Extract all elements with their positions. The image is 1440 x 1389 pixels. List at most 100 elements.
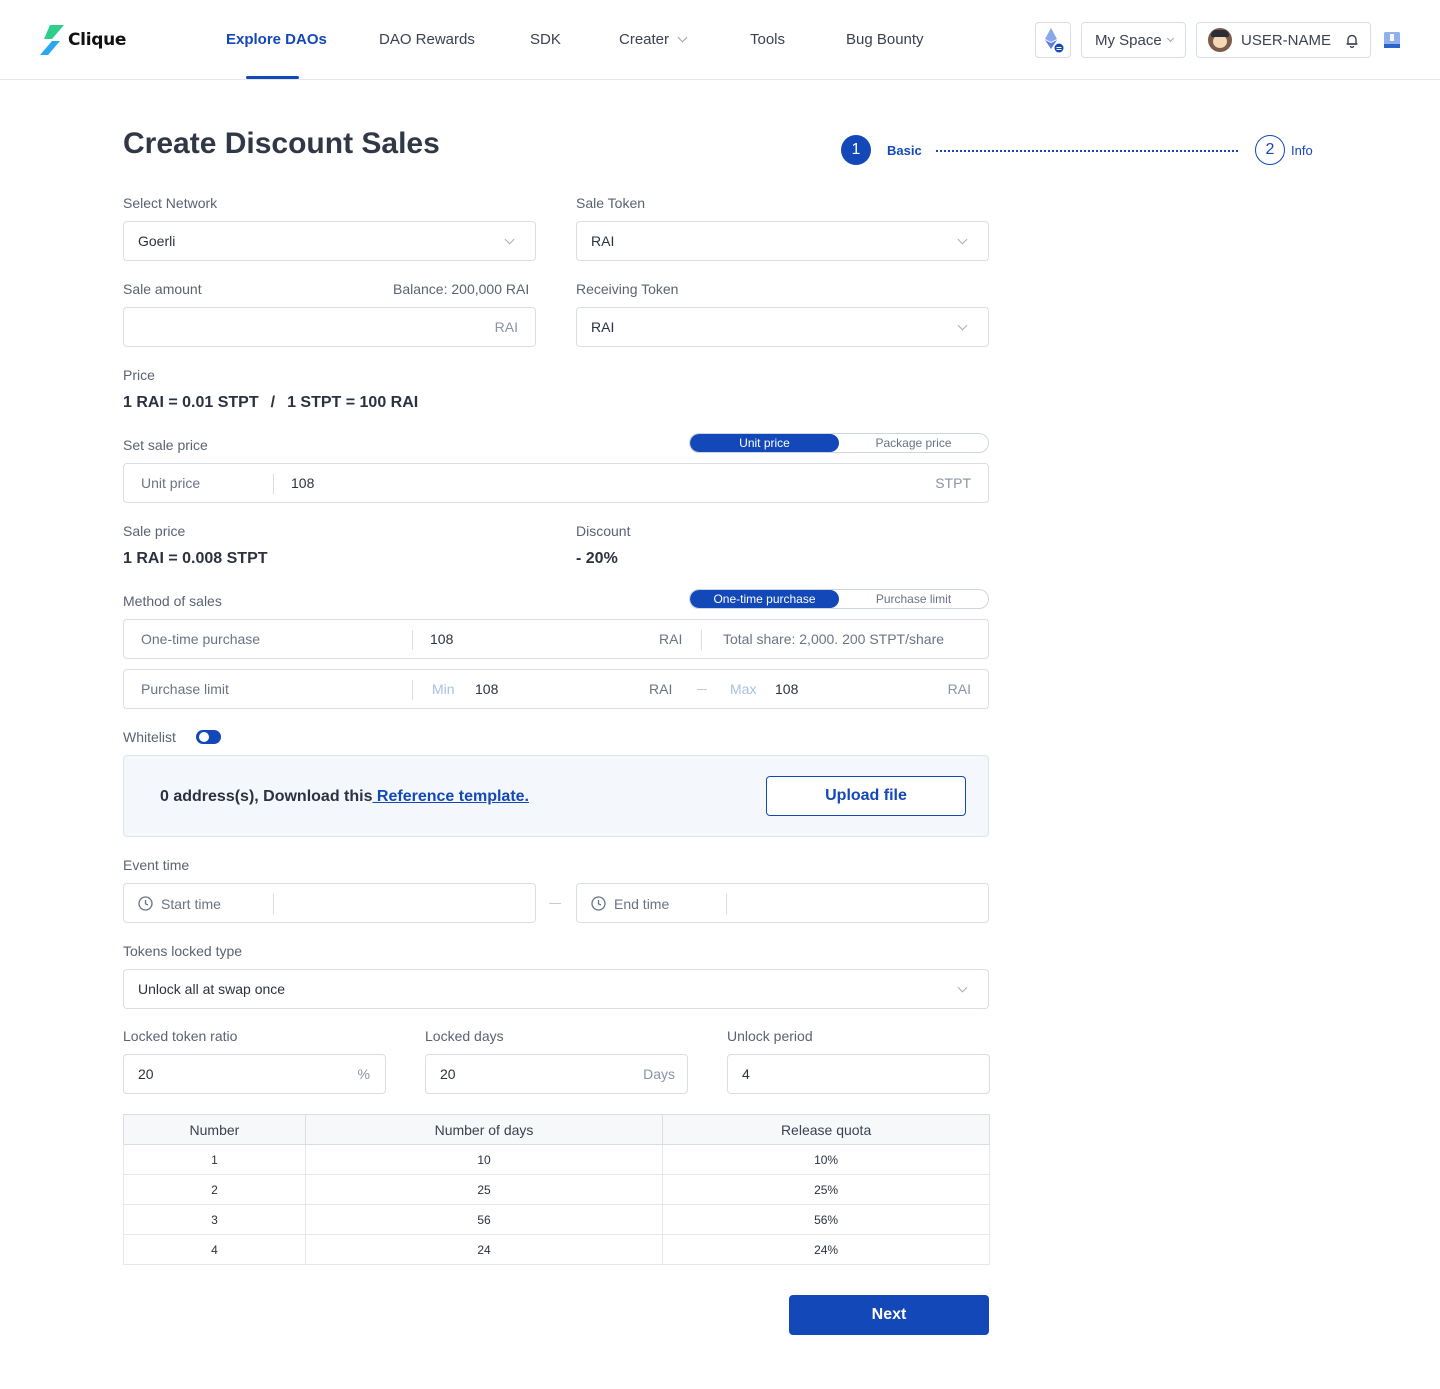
receiving-token-value: RAI (591, 319, 615, 335)
step-connector (936, 150, 1238, 152)
min-unit: RAI (649, 681, 673, 697)
network-select[interactable]: Goerli (123, 221, 536, 261)
price-mode-toggle: Unit price Package price (689, 433, 989, 453)
nav-bug-bounty[interactable]: Bug Bounty (846, 31, 924, 48)
locked-token-ratio-input[interactable]: 20 % (123, 1054, 386, 1094)
one-time-purchase-label: One-time purchase (141, 631, 261, 647)
book-icon[interactable] (1383, 31, 1401, 49)
tokens-locked-type-value: Unlock all at swap once (138, 981, 286, 997)
sale-token-value: RAI (591, 233, 615, 249)
table-row: 4 24 24% (123, 1234, 990, 1265)
user-menu[interactable]: USER-NAME (1196, 22, 1371, 58)
step-1-indicator: 1 (841, 135, 871, 165)
nav-creater[interactable]: Creater (619, 31, 688, 48)
purchase-limit-row: Purchase limit Min 108 RAI Max 108 RAI (123, 669, 989, 709)
nav-dao-rewards[interactable]: DAO Rewards (379, 31, 475, 48)
cell-quota: 10% (662, 1144, 990, 1175)
unit-price-field-label: Unit price (141, 475, 201, 491)
max-label: Max (730, 681, 757, 697)
nav-sdk[interactable]: SDK (530, 31, 561, 48)
sales-method-toggle: One-time purchase Purchase limit (689, 589, 989, 609)
unit-price-value: 108 (291, 475, 315, 491)
locked-days-label: Locked days (425, 1028, 504, 1044)
tokens-locked-type-label: Tokens locked type (123, 943, 243, 959)
active-nav-indicator (246, 76, 299, 79)
unit-price-option[interactable]: Unit price (690, 434, 839, 452)
divider (701, 630, 702, 650)
divider (412, 680, 413, 700)
receiving-token-label: Receiving Token (576, 281, 679, 297)
my-space-label: My Space (1095, 31, 1162, 49)
unlock-period-input[interactable]: 4 (727, 1054, 990, 1094)
cell-quota: 56% (662, 1204, 990, 1235)
unlock-period-value: 4 (742, 1066, 750, 1082)
balance-text: Balance: 200,000 RAI (393, 281, 530, 297)
tokens-locked-type-select[interactable]: Unlock all at swap once (123, 969, 989, 1009)
chevron-down-icon (957, 234, 968, 245)
set-sale-price-label: Set sale price (123, 437, 208, 453)
nav-tools[interactable]: Tools (750, 31, 785, 48)
whitelist-toggle[interactable] (196, 730, 221, 744)
step-2-label: Info (1291, 143, 1313, 158)
sale-amount-unit: RAI (494, 319, 518, 335)
sale-token-label: Sale Token (576, 195, 646, 211)
user-name: USER-NAME (1241, 31, 1332, 49)
cell-days: 56 (304, 1204, 664, 1235)
step-1-label: Basic (887, 143, 922, 158)
bell-icon[interactable] (1345, 33, 1359, 48)
column-header-days: Number of days (304, 1114, 664, 1145)
one-time-purchase-option[interactable]: One-time purchase (690, 590, 839, 608)
locked-token-ratio-label: Locked token ratio (123, 1028, 238, 1044)
chevron-down-icon (1166, 34, 1174, 42)
price-value: 1 RAI = 0.01 STPT / 1 STPT = 100 RAI (123, 394, 418, 412)
start-time-placeholder: Start time (161, 896, 221, 912)
my-space-dropdown[interactable]: My Space (1081, 22, 1186, 58)
cell-quota: 24% (662, 1234, 990, 1265)
cell-number: 2 (123, 1174, 306, 1205)
next-button[interactable]: Next (789, 1295, 989, 1335)
start-time-input[interactable]: Start time (123, 883, 536, 923)
cell-days: 25 (304, 1174, 664, 1205)
max-value-input[interactable]: 108 (775, 681, 798, 697)
ethereum-icon (1045, 28, 1064, 53)
price-right: 1 STPT = 100 RAI (287, 394, 419, 411)
table-row: 3 56 56% (123, 1204, 990, 1235)
top-navbar: Clique Explore DAOs DAO Rewards SDK Crea… (0, 0, 1440, 80)
brand-logo[interactable]: Clique (40, 25, 126, 55)
network-switcher[interactable] (1035, 22, 1071, 58)
end-time-input[interactable]: End time (576, 883, 989, 923)
price-label: Price (123, 367, 155, 383)
purchase-limit-option[interactable]: Purchase limit (839, 590, 988, 608)
range-dash (697, 689, 707, 690)
locked-days-input[interactable]: 20 Days (425, 1054, 688, 1094)
reference-template-link[interactable]: Reference template. (372, 788, 529, 805)
sale-amount-input[interactable]: RAI (123, 307, 536, 347)
method-of-sales-label: Method of sales (123, 593, 222, 609)
receiving-token-select[interactable]: RAI (576, 307, 989, 347)
cell-number: 4 (123, 1234, 306, 1265)
sale-token-select[interactable]: RAI (576, 221, 989, 261)
avatar (1208, 28, 1232, 52)
release-schedule-table: Number Number of days Release quota 1 10… (123, 1114, 990, 1265)
one-time-purchase-row[interactable]: One-time purchase 108 RAI Total share: 2… (123, 619, 989, 659)
days-unit: Days (643, 1066, 675, 1082)
chevron-down-icon (504, 234, 515, 245)
nav-explore-daos[interactable]: Explore DAOs (226, 31, 327, 48)
clock-icon (591, 896, 606, 911)
price-separator: / (270, 394, 276, 411)
discount-label: Discount (576, 523, 631, 539)
price-left: 1 RAI = 0.01 STPT (123, 394, 259, 411)
whitelist-panel: 0 address(s), Download this Reference te… (123, 755, 989, 837)
cell-number: 1 (123, 1144, 306, 1175)
sale-price-value: 1 RAI = 0.008 STPT (123, 550, 268, 567)
upload-file-button[interactable]: Upload file (766, 776, 966, 816)
unlock-period-label: Unlock period (727, 1028, 813, 1044)
select-network-label: Select Network (123, 195, 218, 211)
sale-price-label: Sale price (123, 523, 186, 539)
min-value-input[interactable]: 108 (475, 681, 498, 697)
unit-price-input[interactable]: Unit price 108 STPT (123, 463, 989, 503)
min-label: Min (432, 681, 455, 697)
clock-icon (138, 896, 153, 911)
package-price-option[interactable]: Package price (839, 434, 988, 452)
nav-creater-label: Creater (619, 31, 670, 48)
